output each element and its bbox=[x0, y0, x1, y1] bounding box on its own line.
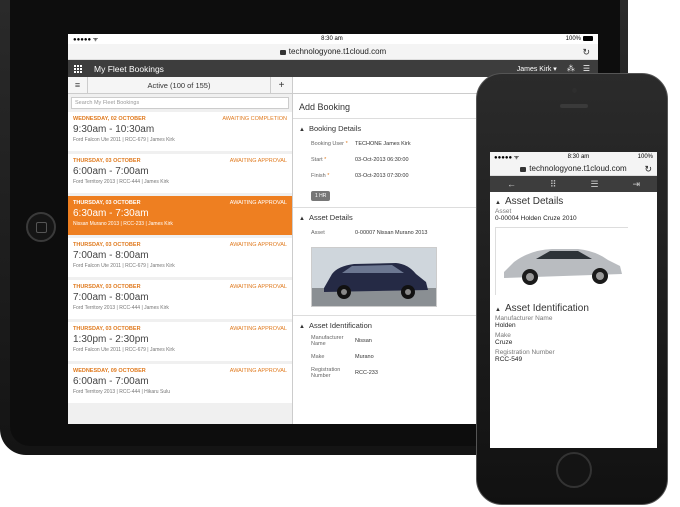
booking-item[interactable]: Thursday, 03 October AWAITING APPROVAL 7… bbox=[68, 238, 292, 280]
sedan-car-image bbox=[496, 228, 629, 296]
chevron-up-icon: ▲ bbox=[299, 324, 305, 330]
section-asset-details[interactable]: ▲ Asset Details bbox=[490, 192, 657, 208]
lock-icon bbox=[279, 50, 286, 55]
reload-icon[interactable]: ↻ bbox=[644, 164, 652, 175]
share-icon[interactable]: ⇥ bbox=[632, 179, 640, 190]
section-asset-identification[interactable]: ▲ Asset Identification bbox=[490, 299, 657, 315]
settings-icon[interactable]: ⁂ bbox=[567, 64, 575, 73]
back-arrow-icon[interactable]: ← bbox=[507, 179, 516, 189]
status-badge: AWAITING APPROVAL bbox=[229, 242, 287, 248]
chevron-up-icon: ▲ bbox=[495, 200, 501, 206]
phone-address-bar[interactable]: technologyone.t1cloud.com ↻ bbox=[490, 162, 657, 176]
url-text: technologyone.t1cloud.com bbox=[288, 47, 387, 56]
reload-icon[interactable]: ↻ bbox=[582, 47, 590, 58]
user-menu[interactable]: James Kirk ▾ bbox=[517, 65, 557, 73]
hamburger-menu-icon[interactable]: ☰ bbox=[583, 64, 590, 73]
app-title: My Fleet Bookings bbox=[94, 63, 164, 74]
status-badge: AWAITING APPROVAL bbox=[229, 200, 287, 206]
start-value[interactable]: 03-Oct-2013 06:30:00 bbox=[355, 157, 409, 163]
signal-icon: ●●●●● ᯤ bbox=[73, 37, 99, 43]
bookings-list: Search My Fleet Bookings Wednesday, 02 O… bbox=[68, 94, 293, 424]
status-badge: AWAITING APPROVAL bbox=[229, 158, 287, 164]
address-bar[interactable]: technologyone.t1cloud.com ↻ bbox=[68, 44, 598, 60]
booking-item[interactable]: Thursday, 03 October AWAITING APPROVAL 7… bbox=[68, 280, 292, 322]
booking-user-value[interactable]: TECHONE James Kirk bbox=[355, 141, 411, 147]
app-launcher-icon[interactable]: ⠿ bbox=[550, 179, 557, 190]
status-badge: AWAITING APPROVAL bbox=[229, 326, 287, 332]
vehicle-photo bbox=[495, 227, 629, 296]
booking-item[interactable]: Wednesday, 02 October AWAITING COMPLETIO… bbox=[68, 112, 292, 154]
battery-indicator: 100% bbox=[637, 154, 653, 160]
status-badge: AWAITING APPROVAL bbox=[229, 284, 287, 290]
booking-item[interactable]: Thursday, 03 October AWAITING APPROVAL 6… bbox=[68, 154, 292, 196]
tablet-home-button[interactable] bbox=[26, 212, 56, 242]
booking-item-selected[interactable]: Thursday, 03 October AWAITING APPROVAL 6… bbox=[68, 196, 292, 238]
status-badge: AWAITING COMPLETION bbox=[222, 116, 287, 122]
status-badge: AWAITING APPROVAL bbox=[229, 368, 287, 374]
list-menu-icon[interactable]: ≡ bbox=[68, 77, 88, 93]
phone-status-bar: ●●●●● ᯤ 8:30 am 100% bbox=[490, 152, 657, 162]
search-input[interactable]: Search My Fleet Bookings bbox=[71, 97, 289, 109]
suv-car-image bbox=[312, 248, 436, 306]
chevron-up-icon: ▲ bbox=[299, 127, 305, 133]
speaker-grille bbox=[560, 104, 588, 108]
status-time: 8:30 am bbox=[321, 36, 343, 42]
phone-home-button[interactable] bbox=[556, 452, 592, 488]
signal-icon: ●●●●● ᯤ bbox=[494, 155, 520, 161]
battery-icon bbox=[583, 35, 593, 41]
app-launcher-icon[interactable] bbox=[68, 64, 88, 73]
phone-nav-bar: ← ⠿ ☰ ⇥ bbox=[490, 176, 657, 192]
booking-item[interactable]: Thursday, 03 October AWAITING APPROVAL 1… bbox=[68, 322, 292, 364]
chevron-up-icon: ▲ bbox=[495, 307, 501, 313]
finish-value[interactable]: 03-Oct-2013 07:30:00 bbox=[355, 173, 409, 179]
phone-device: ●●●●● ᯤ 8:30 am 100% technologyone.t1clo… bbox=[476, 73, 668, 505]
lock-icon bbox=[520, 167, 527, 172]
vehicle-photo bbox=[311, 247, 437, 307]
duration-button[interactable]: 1 HR bbox=[311, 191, 331, 201]
chevron-up-icon: ▲ bbox=[299, 216, 305, 222]
tablet-status-bar: ●●●●● ᯤ 8:30 am 100% bbox=[68, 34, 598, 44]
filter-selector[interactable]: Active (100 of 155) bbox=[88, 77, 271, 93]
asset-value[interactable]: 0-00004 Holden Cruze 2010 bbox=[490, 215, 657, 225]
status-time: 8:30 am bbox=[567, 154, 590, 160]
phone-screen: ●●●●● ᯤ 8:30 am 100% technologyone.t1clo… bbox=[490, 152, 657, 448]
stage: ●●●●● ᯤ 8:30 am 100% technologyone.t1clo… bbox=[0, 0, 680, 507]
front-camera bbox=[572, 88, 577, 93]
asset-value[interactable]: 0-00007 Nissan Murano 2013 bbox=[355, 230, 427, 236]
add-booking-button[interactable]: + bbox=[271, 77, 293, 93]
battery-indicator: 100% bbox=[566, 35, 593, 42]
booking-item[interactable]: Wednesday, 09 October AWAITING APPROVAL … bbox=[68, 364, 292, 406]
hamburger-menu-icon[interactable]: ☰ bbox=[590, 179, 598, 190]
